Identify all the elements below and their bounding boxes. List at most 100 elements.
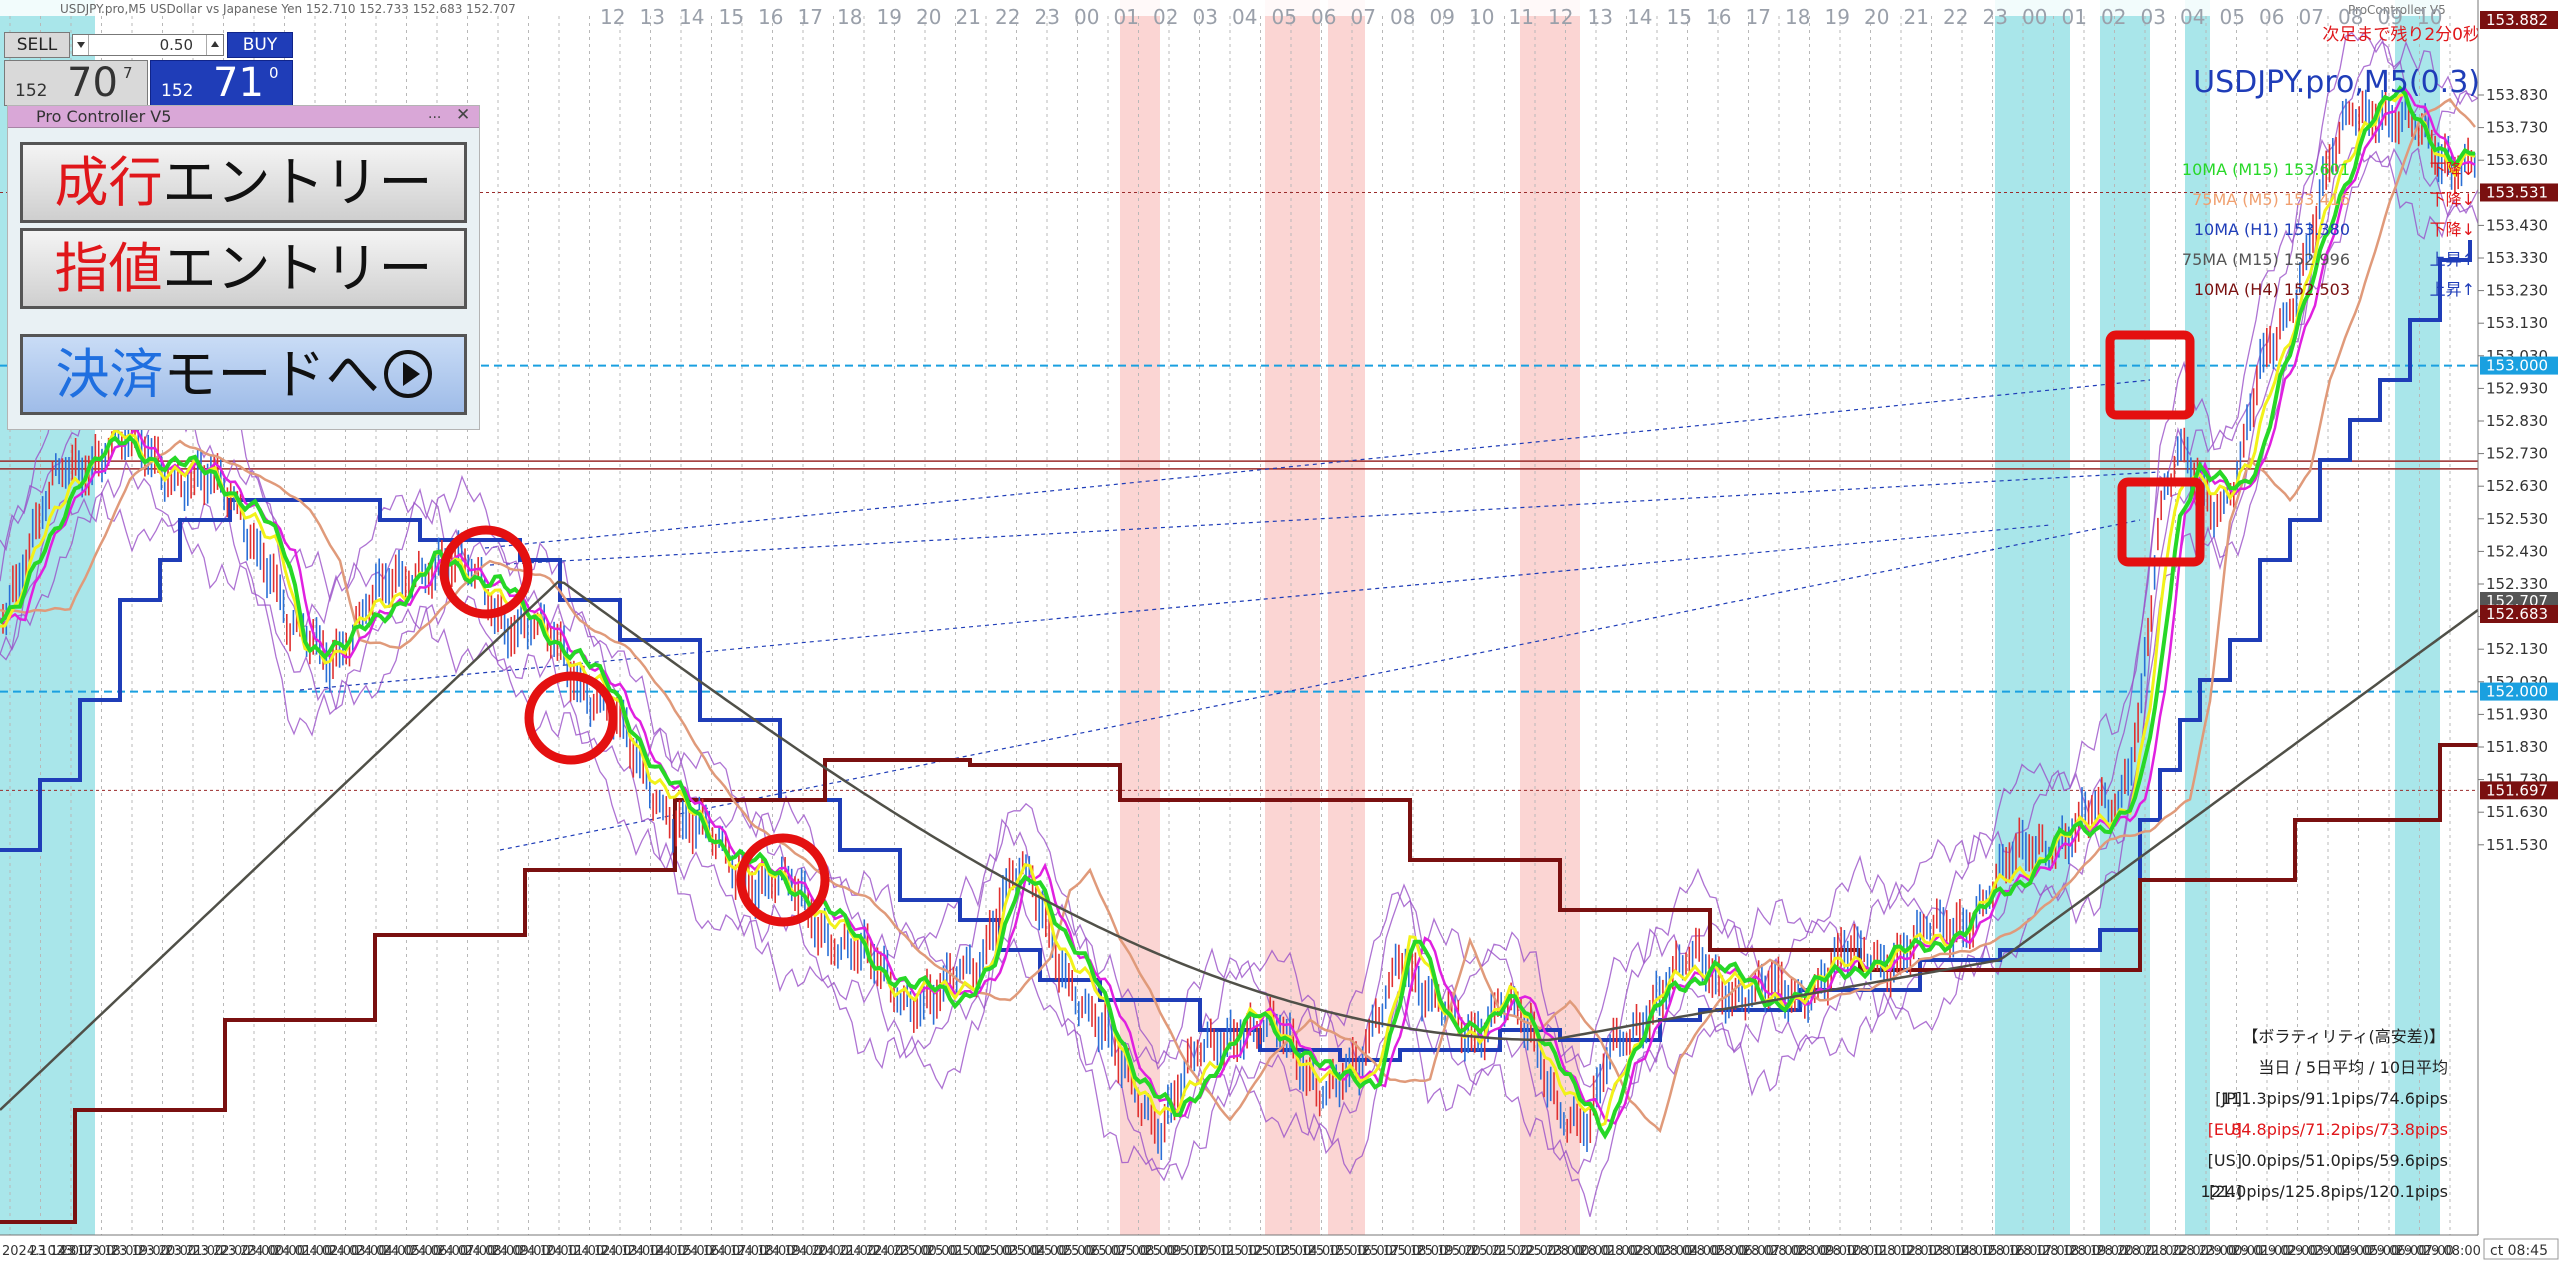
market-entry-label-a: 成行	[54, 151, 163, 214]
price-marker-label: 153.000	[2486, 357, 2548, 375]
top-hour-label: 01	[2062, 5, 2087, 29]
lot-decrease-icon[interactable]	[73, 35, 89, 55]
volatility-row-value: 0.0pips/51.0pips/59.6pips	[2241, 1151, 2448, 1170]
settle-mode-label-b: モードへ	[163, 343, 380, 406]
ma-status-label: 10MA (M15) 153.601	[2182, 160, 2350, 179]
top-hour-label: 00	[2022, 5, 2047, 29]
price-tick-label: 152.130	[2486, 640, 2548, 658]
top-hour-label: 15	[1667, 5, 1692, 29]
top-hour-label: 01	[1114, 5, 1139, 29]
price-tick-label: 152.930	[2486, 379, 2548, 397]
top-hour-label: 14	[1627, 5, 1652, 29]
top-hour-label: 17	[1746, 5, 1771, 29]
symbol-timeframe: USDJPY.pro,M5(0.3)	[2193, 65, 2480, 100]
top-hour-label: 17	[798, 5, 823, 29]
price-marker-label: 153.531	[2486, 183, 2548, 201]
top-hour-label: 22	[995, 5, 1020, 29]
top-hour-label: 20	[1864, 5, 1889, 29]
top-hour-label: 18	[1785, 5, 1810, 29]
buy-button[interactable]: BUY	[227, 32, 293, 58]
volatility-row-value: 84.8pips/71.2pips/73.8pips	[2231, 1120, 2448, 1139]
ma-status-direction: 下降↓	[2430, 160, 2475, 179]
one-click-trade-panel: SELL 0.50 BUY 152 70 7 152 71 0	[2, 30, 295, 108]
price-tick-label: 152.430	[2486, 542, 2548, 560]
top-hour-label: 19	[1825, 5, 1850, 29]
price-tick-label: 153.230	[2486, 282, 2548, 300]
top-hour-label: 06	[1311, 5, 1336, 29]
price-marker-label: 151.697	[2486, 781, 2548, 799]
time-axis: 2024.10.2323 14:0023 17:0023 18:0023 19:…	[0, 1234, 2560, 1267]
price-tick-label: 153.830	[2486, 86, 2548, 104]
settle-mode-button[interactable]: 決済モードへ	[20, 334, 467, 415]
top-hour-label: 16	[758, 5, 783, 29]
session-band	[1520, 0, 1580, 1235]
ask-price-point: 0	[269, 64, 279, 82]
top-hour-label: 22	[1943, 5, 1968, 29]
top-hour-label: 20	[916, 5, 941, 29]
volatility-row-value: 111.3pips/91.1pips/74.6pips	[2221, 1089, 2448, 1108]
top-hour-label: 06	[2259, 5, 2284, 29]
market-entry-button[interactable]: 成行エントリー	[20, 142, 467, 223]
top-hour-label: 07	[2299, 5, 2324, 29]
sell-button[interactable]: SELL	[4, 32, 70, 58]
top-hour-label: 08	[1390, 5, 1415, 29]
pro-controller-panel: Pro Controller V5 ... ✕ 成行エントリー 指値エントリー …	[7, 105, 480, 430]
ma-status-label: 75MA (M15) 152.996	[2182, 250, 2350, 269]
top-hour-label: 02	[1153, 5, 1178, 29]
price-tick-label: 152.630	[2486, 477, 2548, 495]
lot-increase-icon[interactable]	[206, 35, 222, 55]
volatility-row-label: [US]	[2208, 1151, 2242, 1170]
session-band	[1995, 0, 2070, 1235]
price-tick-label: 153.330	[2486, 249, 2548, 267]
price-tick-label: 151.930	[2486, 705, 2548, 723]
limit-entry-button[interactable]: 指値エントリー	[20, 228, 467, 309]
top-hour-label: 04	[1232, 5, 1257, 29]
top-hour-label: 03	[1193, 5, 1218, 29]
limit-entry-label-b: エントリー	[162, 237, 433, 300]
top-hour-label: 05	[2220, 5, 2245, 29]
ma-status-label: 75MA (M5) 153.416	[2192, 190, 2350, 209]
pro-controller-title: Pro Controller V5	[36, 107, 172, 126]
price-tick-label: 153.130	[2486, 314, 2548, 332]
top-hour-label: 23	[1983, 5, 2008, 29]
minimize-icon[interactable]: ...	[428, 106, 441, 122]
ask-price-button[interactable]: 152 71 0	[150, 60, 293, 106]
price-tick-label: 153.430	[2486, 216, 2548, 234]
countdown-text: 次足まで残り2分0秒	[2322, 25, 2480, 45]
top-hour-label: 00	[1074, 5, 1099, 29]
volatility-header: 当日 / 5日平均 / 10日平均	[2258, 1058, 2448, 1077]
top-hour-label: 21	[956, 5, 981, 29]
top-hour-label: 09	[1430, 5, 1455, 29]
settle-mode-label-a: 決済	[55, 343, 164, 406]
bid-price-button[interactable]: 152 70 7	[4, 60, 148, 106]
close-icon[interactable]: ✕	[456, 105, 470, 125]
volatility-title: 【ボラティリティ(高安差)】	[2242, 1027, 2445, 1046]
top-hour-label: 02	[2101, 5, 2126, 29]
top-hour-label: 15	[719, 5, 744, 29]
top-hour-label: 13	[1588, 5, 1613, 29]
pro-controller-titlebar[interactable]: Pro Controller V5 ... ✕	[8, 105, 479, 128]
price-tick-label: 151.830	[2486, 738, 2548, 756]
top-hour-label: 13	[640, 5, 665, 29]
top-hour-label: 03	[2141, 5, 2166, 29]
price-marker-label: 153.882	[2486, 11, 2548, 29]
time-tick-label: 29 08:00	[2423, 1244, 2481, 1259]
bid-price-main: 70	[67, 60, 118, 106]
ask-price-main: 71	[213, 60, 264, 106]
top-hour-label: 12	[1548, 5, 1573, 29]
price-tick-label: 152.330	[2486, 575, 2548, 593]
trend-line	[299, 524, 2051, 691]
top-hour-label: 07	[1351, 5, 1376, 29]
top-hour-label: 11	[1509, 5, 1534, 29]
price-tick-label: 152.530	[2486, 510, 2548, 528]
lot-size-input[interactable]: 0.50	[72, 34, 224, 56]
ask-price-prefix: 152	[161, 81, 194, 101]
top-hour-label: 05	[1272, 5, 1297, 29]
top-hour-label: 04	[2180, 5, 2205, 29]
top-hour-label: 21	[1904, 5, 1929, 29]
top-hour-label: 10	[1469, 5, 1494, 29]
ma-status-direction: 下降↓	[2430, 190, 2475, 209]
entry-circle-marker	[439, 525, 533, 619]
ma-status-direction: 下降↓	[2430, 220, 2475, 239]
top-hour-label: 16	[1706, 5, 1731, 29]
